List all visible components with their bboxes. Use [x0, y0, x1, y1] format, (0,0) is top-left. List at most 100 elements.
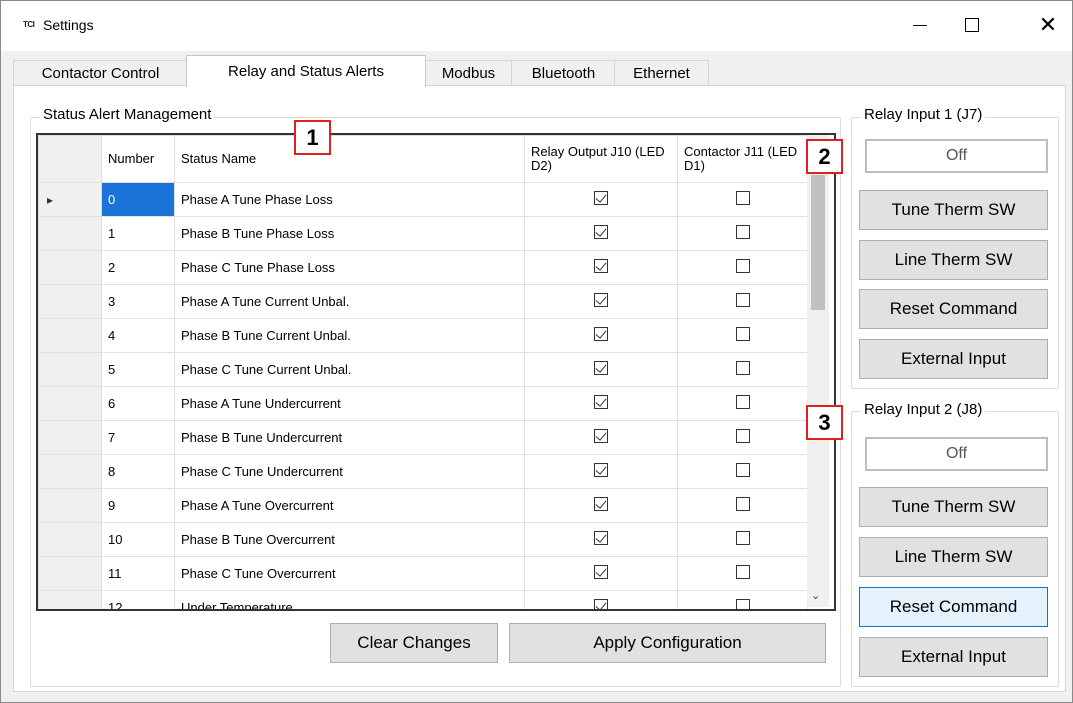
tab-contactor-control[interactable]: Contactor Control: [13, 60, 188, 86]
relay-checkbox[interactable]: [594, 327, 608, 341]
contactor-checkbox[interactable]: [735, 293, 750, 307]
row-header[interactable]: [38, 488, 102, 523]
number-cell[interactable]: 5: [101, 352, 175, 387]
apply-configuration-button[interactable]: Apply Configuration: [509, 623, 826, 663]
col-status-name-header[interactable]: Status Name: [174, 135, 525, 183]
status-name-cell[interactable]: Phase A Tune Phase Loss: [174, 182, 525, 217]
table-row[interactable]: 3 Phase A Tune Current Unbal.: [38, 284, 808, 319]
contactor-checkbox[interactable]: [735, 361, 750, 375]
relay-checkbox[interactable]: [594, 361, 608, 375]
contactor-checkbox[interactable]: [735, 497, 750, 511]
table-row[interactable]: ▸ 0 Phase A Tune Phase Loss: [38, 182, 808, 217]
relay-checkbox[interactable]: [594, 463, 608, 477]
row-header[interactable]: [38, 318, 102, 353]
contactor-checkbox[interactable]: [735, 395, 750, 409]
vertical-scrollbar[interactable]: ⌄: [807, 135, 829, 607]
status-name-cell[interactable]: Phase B Tune Current Unbal.: [174, 318, 525, 353]
relay2-external-input-button[interactable]: External Input: [859, 637, 1048, 677]
tab-bluetooth[interactable]: Bluetooth: [511, 60, 616, 86]
status-name-cell[interactable]: Phase B Tune Undercurrent: [174, 420, 525, 455]
contactor-checkbox[interactable]: [735, 191, 750, 205]
relay1-reset-command-button[interactable]: Reset Command: [859, 289, 1048, 329]
col-contactor-header[interactable]: Contactor J11 (LED D1): [677, 135, 808, 183]
number-cell[interactable]: 6: [101, 386, 175, 421]
contactor-checkbox[interactable]: [735, 259, 750, 273]
relay2-tune-therm-sw-button[interactable]: Tune Therm SW: [859, 487, 1048, 527]
clear-changes-button[interactable]: Clear Changes: [330, 623, 498, 663]
row-header[interactable]: [38, 454, 102, 489]
table-row[interactable]: 2 Phase C Tune Phase Loss: [38, 250, 808, 285]
scroll-down-icon[interactable]: ⌄: [811, 589, 820, 602]
row-header[interactable]: [38, 386, 102, 421]
row-header[interactable]: [38, 352, 102, 387]
number-cell[interactable]: 0: [101, 182, 175, 217]
number-cell[interactable]: 4: [101, 318, 175, 353]
table-row[interactable]: 12 Under Temperature: [38, 590, 808, 609]
relay-checkbox[interactable]: [594, 497, 608, 511]
row-header[interactable]: ▸: [38, 182, 102, 217]
status-name-cell[interactable]: Phase C Tune Current Unbal.: [174, 352, 525, 387]
tab-relay-status-alerts[interactable]: Relay and Status Alerts: [186, 55, 426, 87]
table-row[interactable]: 8 Phase C Tune Undercurrent: [38, 454, 808, 489]
number-cell[interactable]: 8: [101, 454, 175, 489]
col-relay-output-header[interactable]: Relay Output J10 (LED D2): [524, 135, 678, 183]
relay-checkbox[interactable]: [594, 599, 608, 609]
number-cell[interactable]: 11: [101, 556, 175, 591]
table-row[interactable]: 6 Phase A Tune Undercurrent: [38, 386, 808, 421]
table-row[interactable]: 1 Phase B Tune Phase Loss: [38, 216, 808, 251]
status-name-cell[interactable]: Under Temperature: [174, 590, 525, 609]
row-header[interactable]: [38, 216, 102, 251]
status-name-cell[interactable]: Phase A Tune Overcurrent: [174, 488, 525, 523]
number-cell[interactable]: 2: [101, 250, 175, 285]
contactor-checkbox[interactable]: [735, 565, 750, 579]
maximize-button[interactable]: [949, 9, 995, 41]
contactor-checkbox[interactable]: [735, 463, 750, 477]
row-header[interactable]: [38, 250, 102, 285]
close-button[interactable]: ✕: [1025, 9, 1071, 41]
tab-modbus[interactable]: Modbus: [424, 60, 513, 86]
row-header[interactable]: [38, 590, 102, 609]
relay1-tune-therm-sw-button[interactable]: Tune Therm SW: [859, 190, 1048, 230]
number-cell[interactable]: 3: [101, 284, 175, 319]
status-name-cell[interactable]: Phase C Tune Phase Loss: [174, 250, 525, 285]
table-row[interactable]: 10 Phase B Tune Overcurrent: [38, 522, 808, 557]
number-cell[interactable]: 9: [101, 488, 175, 523]
scrollbar-thumb[interactable]: [811, 175, 825, 310]
status-alert-grid[interactable]: Number Status Name Relay Output J10 (LED…: [36, 133, 836, 611]
relay-checkbox[interactable]: [594, 293, 608, 307]
relay-checkbox[interactable]: [594, 191, 608, 205]
status-name-cell[interactable]: Phase C Tune Overcurrent: [174, 556, 525, 591]
title-bar[interactable]: TCI Settings ✕: [1, 1, 1072, 51]
contactor-checkbox[interactable]: [735, 327, 750, 341]
status-name-cell[interactable]: Phase A Tune Current Unbal.: [174, 284, 525, 319]
relay-checkbox[interactable]: [594, 531, 608, 545]
status-name-cell[interactable]: Phase B Tune Phase Loss: [174, 216, 525, 251]
table-row[interactable]: 5 Phase C Tune Current Unbal.: [38, 352, 808, 387]
table-row[interactable]: 4 Phase B Tune Current Unbal.: [38, 318, 808, 353]
number-cell[interactable]: 10: [101, 522, 175, 557]
relay2-reset-command-button[interactable]: Reset Command: [859, 587, 1048, 627]
row-header[interactable]: [38, 556, 102, 591]
relay2-line-therm-sw-button[interactable]: Line Therm SW: [859, 537, 1048, 577]
relay-checkbox[interactable]: [594, 395, 608, 409]
contactor-checkbox[interactable]: [735, 531, 750, 545]
number-cell[interactable]: 12: [101, 590, 175, 609]
relay1-external-input-button[interactable]: External Input: [859, 339, 1048, 379]
table-row[interactable]: 9 Phase A Tune Overcurrent: [38, 488, 808, 523]
status-name-cell[interactable]: Phase A Tune Undercurrent: [174, 386, 525, 421]
contactor-checkbox[interactable]: [735, 225, 750, 239]
row-header[interactable]: [38, 522, 102, 557]
number-cell[interactable]: 1: [101, 216, 175, 251]
contactor-checkbox[interactable]: [735, 429, 750, 443]
relay-checkbox[interactable]: [594, 565, 608, 579]
relay-checkbox[interactable]: [594, 259, 608, 273]
row-header[interactable]: [38, 420, 102, 455]
relay-checkbox[interactable]: [594, 429, 608, 443]
status-name-cell[interactable]: Phase B Tune Overcurrent: [174, 522, 525, 557]
status-name-cell[interactable]: Phase C Tune Undercurrent: [174, 454, 525, 489]
col-number-header[interactable]: Number: [101, 135, 175, 183]
row-header[interactable]: [38, 284, 102, 319]
minimize-button[interactable]: [897, 9, 943, 41]
relay-checkbox[interactable]: [594, 225, 608, 239]
relay1-line-therm-sw-button[interactable]: Line Therm SW: [859, 240, 1048, 280]
